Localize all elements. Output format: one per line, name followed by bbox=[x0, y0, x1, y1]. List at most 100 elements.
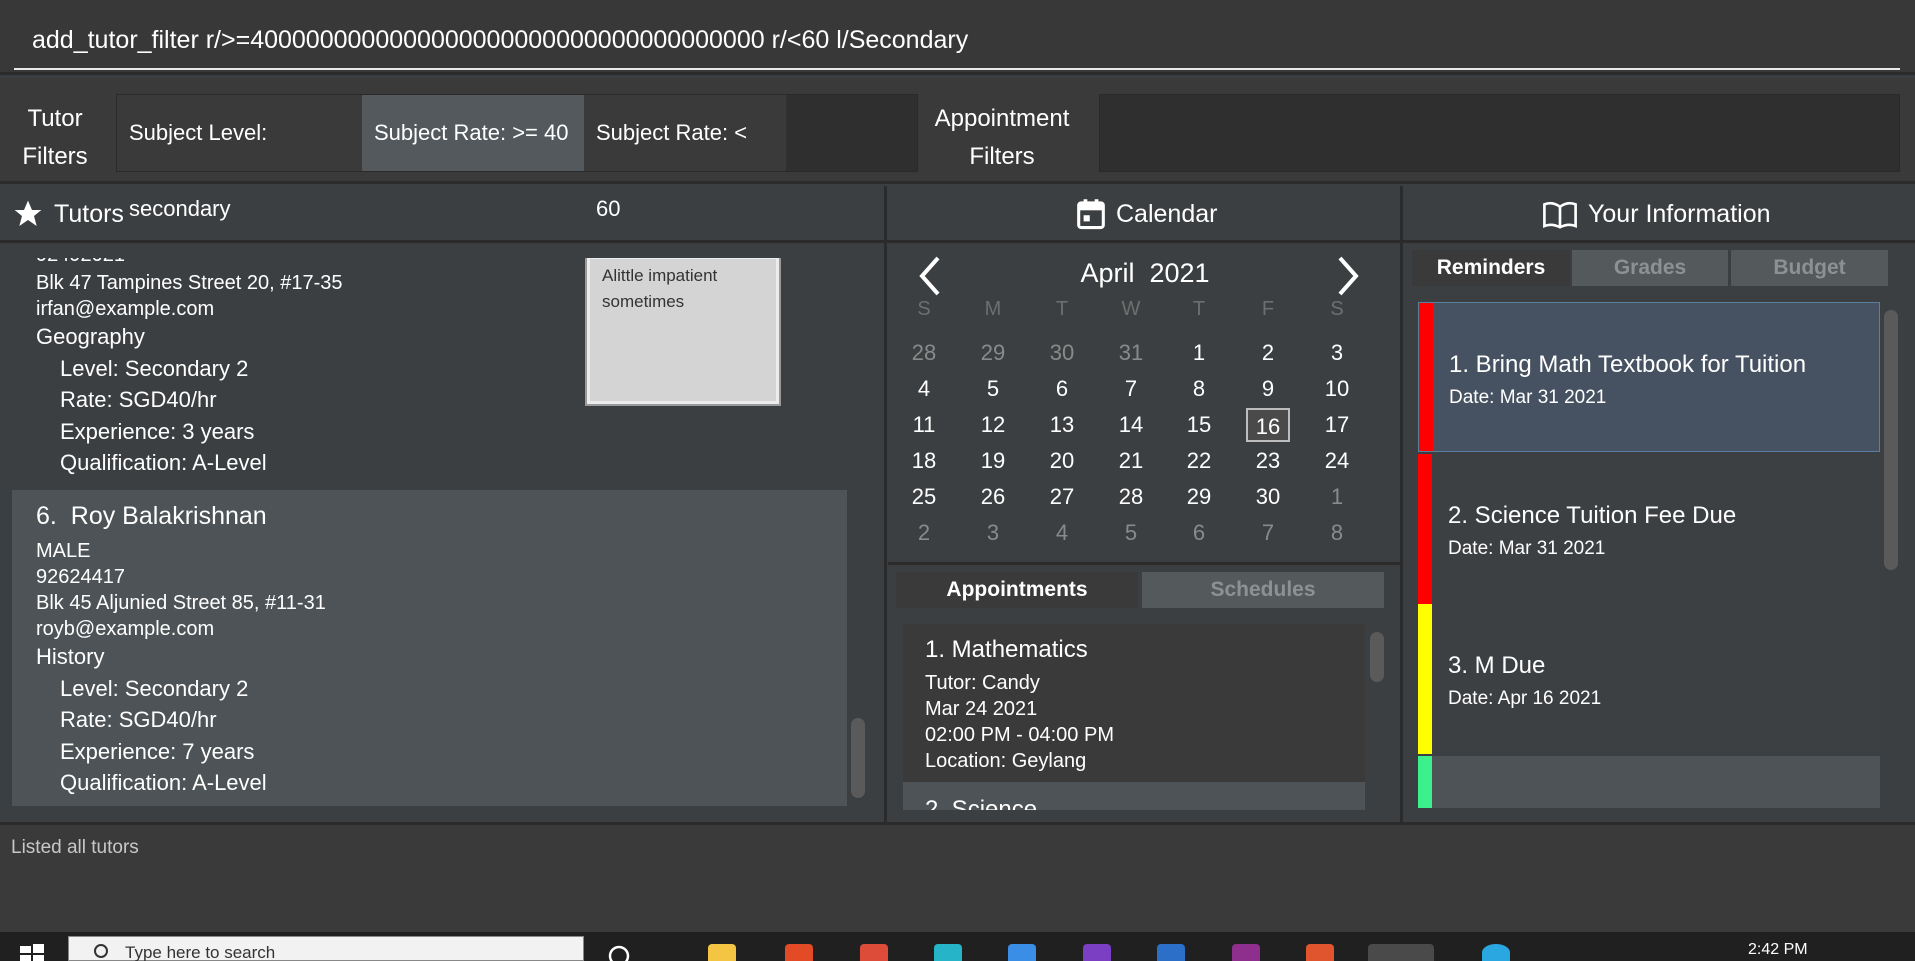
calendar-day[interactable]: 21 bbox=[1109, 444, 1153, 478]
tutor-card[interactable]: 6. Roy Balakrishnan MALE 92624417 Blk 45… bbox=[12, 490, 847, 806]
calendar-day[interactable]: 31 bbox=[1109, 336, 1153, 370]
calendar-day[interactable]: 7 bbox=[1109, 372, 1153, 406]
calendar-day[interactable]: 27 bbox=[1040, 480, 1084, 514]
calendar-day[interactable]: 22 bbox=[1177, 444, 1221, 478]
your-information-header: Your Information bbox=[1542, 188, 1771, 240]
onenote-icon[interactable] bbox=[1083, 944, 1111, 961]
task-view-icon[interactable] bbox=[607, 944, 631, 961]
reminder-card[interactable]: 3. M Due Date: Apr 16 2021 bbox=[1418, 604, 1880, 754]
file-explorer-icon[interactable] bbox=[708, 944, 736, 961]
taskbar-search-box[interactable]: Type here to search bbox=[68, 936, 584, 961]
intellij-icon[interactable] bbox=[1232, 944, 1260, 961]
calendar-day[interactable]: 10 bbox=[1315, 372, 1359, 406]
calendar-day[interactable]: 25 bbox=[902, 480, 946, 514]
tutors-header: Tutors bbox=[12, 188, 124, 240]
calendar-day[interactable]: 12 bbox=[971, 408, 1015, 442]
brave-browser-icon[interactable] bbox=[785, 944, 813, 961]
powerpoint-icon[interactable] bbox=[1306, 944, 1334, 961]
calendar-day[interactable]: 3 bbox=[971, 516, 1015, 550]
calendar-day[interactable]: 6 bbox=[1040, 372, 1084, 406]
tutor-list[interactable]: 92492021 Blk 47 Tampines Street 20, #17-… bbox=[12, 258, 847, 806]
tutor-filters-label-line2: Filters bbox=[22, 143, 88, 170]
calendar-day[interactable]: 3 bbox=[1315, 336, 1359, 370]
calendar-day[interactable]: 29 bbox=[1177, 480, 1221, 514]
filter-chip-rate-min[interactable]: Subject Rate: >= 40 bbox=[362, 95, 584, 171]
calendar-day[interactable]: 6 bbox=[1177, 516, 1221, 550]
word-icon[interactable] bbox=[1157, 944, 1185, 961]
calendar-day[interactable]: 26 bbox=[971, 480, 1015, 514]
appointment-filters-label-line2: Filters bbox=[969, 143, 1035, 170]
tutors-header-label: Tutors bbox=[54, 199, 124, 228]
calendar-month: April bbox=[1080, 258, 1135, 288]
calendar-day[interactable]: 13 bbox=[1040, 408, 1084, 442]
app-running-icon[interactable] bbox=[1368, 944, 1434, 961]
calendar-day[interactable]: 24 bbox=[1315, 444, 1359, 478]
appointment-list-scrollbar[interactable] bbox=[1370, 632, 1384, 682]
vscode-icon[interactable] bbox=[1008, 944, 1036, 961]
calendar-day[interactable]: 18 bbox=[902, 444, 946, 478]
edge-icon[interactable] bbox=[934, 944, 962, 961]
appointment-card[interactable]: 2. Science bbox=[903, 782, 1365, 810]
reminder-list[interactable]: 1. Bring Math Textbook for Tuition Date:… bbox=[1418, 302, 1880, 808]
calendar-day[interactable]: 7 bbox=[1246, 516, 1290, 550]
calendar-day[interactable]: 2 bbox=[902, 516, 946, 550]
calendar-day[interactable]: 1 bbox=[1177, 336, 1221, 370]
calendar-day[interactable]: 30 bbox=[1040, 336, 1084, 370]
tutor-name-text: Roy Balakrishnan bbox=[70, 502, 267, 530]
tab-grades[interactable]: Grades bbox=[1572, 250, 1728, 286]
calendar-day[interactable]: 16 bbox=[1246, 408, 1290, 442]
windows-start-icon[interactable] bbox=[20, 944, 44, 961]
calendar-day[interactable]: 23 bbox=[1246, 444, 1290, 478]
calendar-day[interactable]: 15 bbox=[1177, 408, 1221, 442]
calendar-day[interactable]: 1 bbox=[1315, 480, 1359, 514]
calendar-day[interactable]: 30 bbox=[1246, 480, 1290, 514]
reminder-title: 1. Bring Math Textbook for Tuition bbox=[1449, 351, 1807, 378]
calendar-day[interactable]: 28 bbox=[1109, 480, 1153, 514]
calendar-day[interactable]: 20 bbox=[1040, 444, 1084, 478]
tutor-index: 6. bbox=[36, 502, 57, 530]
reminder-card[interactable]: 2. Science Tuition Fee Due Date: Mar 31 … bbox=[1418, 454, 1880, 604]
reminder-priority-bar bbox=[1418, 604, 1432, 754]
command-input[interactable] bbox=[14, 12, 1900, 70]
calendar-day[interactable]: 8 bbox=[1177, 372, 1221, 406]
chrome-icon[interactable] bbox=[860, 944, 888, 961]
calendar-day[interactable]: 28 bbox=[902, 336, 946, 370]
tab-schedules[interactable]: Schedules bbox=[1142, 572, 1384, 608]
appointment-list[interactable]: 1. Mathematics Tutor: Candy Mar 24 2021 … bbox=[903, 624, 1365, 810]
calendar-day[interactable]: 14 bbox=[1109, 408, 1153, 442]
reminder-card[interactable]: 1. Bring Math Textbook for Tuition Date:… bbox=[1418, 302, 1880, 452]
calendar-day[interactable]: 4 bbox=[1040, 516, 1084, 550]
tutor-gender: MALE bbox=[36, 540, 91, 562]
tutor-rate: Rate: SGD40/hr bbox=[60, 707, 217, 732]
calendar-day[interactable]: 5 bbox=[1109, 516, 1153, 550]
tutor-list-scrollbar[interactable] bbox=[851, 718, 865, 798]
divider-left bbox=[884, 186, 887, 822]
calendar-day[interactable]: 4 bbox=[902, 372, 946, 406]
calendar-day[interactable]: 2 bbox=[1246, 336, 1290, 370]
filter-chip-level[interactable]: Subject Level: secondary bbox=[117, 95, 362, 221]
filter-chip-rate-max[interactable]: Subject Rate: < 60 bbox=[584, 95, 786, 221]
tutor-address: Blk 47 Tampines Street 20, #17-35 bbox=[36, 272, 343, 294]
appointment-filters-label-line1: Appointment bbox=[934, 105, 1070, 132]
app-window: Tutor Filters Subject Level: secondary S… bbox=[0, 0, 1915, 961]
weekday-header: T bbox=[1055, 298, 1069, 320]
tab-appointments[interactable]: Appointments bbox=[896, 572, 1138, 608]
tab-budget[interactable]: Budget bbox=[1731, 250, 1888, 286]
calendar-day[interactable]: 19 bbox=[971, 444, 1015, 478]
calendar-day[interactable]: 8 bbox=[1315, 516, 1359, 550]
appointment-location: Location: Geylang bbox=[925, 750, 1087, 772]
appointment-title: 1. Mathematics bbox=[925, 636, 1088, 663]
calendar-day[interactable]: 17 bbox=[1315, 408, 1359, 442]
help-icon[interactable] bbox=[1482, 944, 1510, 961]
reminder-card[interactable] bbox=[1418, 756, 1880, 808]
calendar-day[interactable]: 29 bbox=[971, 336, 1015, 370]
calendar-day[interactable]: 11 bbox=[902, 408, 946, 442]
appointment-card[interactable]: 1. Mathematics Tutor: Candy Mar 24 2021 … bbox=[903, 624, 1365, 782]
calendar-day[interactable]: 5 bbox=[971, 372, 1015, 406]
appointment-title: 2. Science bbox=[925, 796, 1038, 810]
tab-reminders[interactable]: Reminders bbox=[1412, 250, 1570, 286]
calendar-day[interactable]: 9 bbox=[1246, 372, 1290, 406]
taskbar-clock[interactable]: 2:42 PM bbox=[1748, 941, 1808, 959]
tutor-filters-label: Tutor Filters bbox=[12, 100, 98, 176]
reminder-list-scrollbar[interactable] bbox=[1884, 310, 1898, 570]
